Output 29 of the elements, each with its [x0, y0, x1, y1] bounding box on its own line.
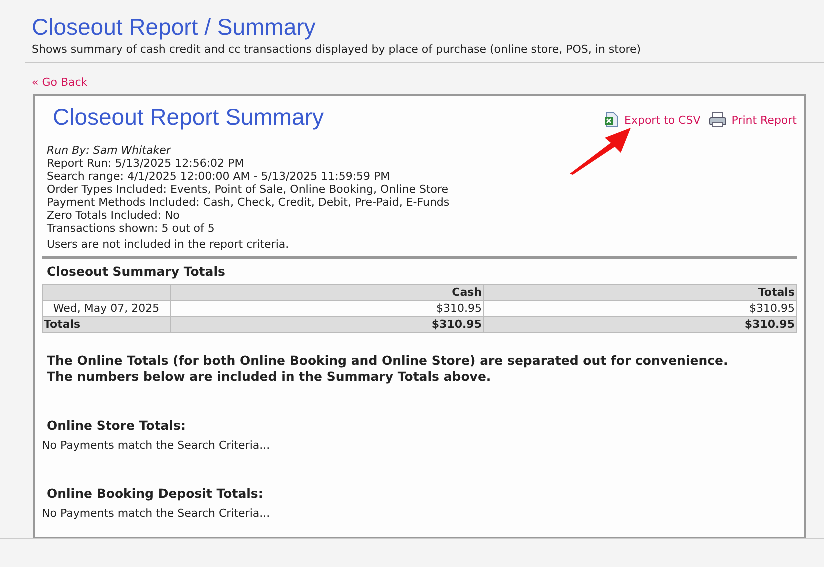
online-note: The numbers below are included in the Summary Totals above. — [47, 369, 492, 385]
total-cell: $310.95 — [484, 316, 796, 332]
report-title: Closeout Report Summary — [53, 103, 324, 131]
report-detail: Payment Methods Included: Cash, Check, Credit, Debit, Pre-Paid, E-Funds — [47, 196, 450, 209]
pointer-arrow — [570, 128, 631, 175]
printer-icon — [708, 112, 727, 128]
run-by-text: Run By: Sam Whitaker — [47, 144, 171, 157]
section-title: Online Booking Deposit Totals: — [46, 486, 264, 502]
report-detail: Report Run: 5/13/2025 12:56:02 PM — [47, 157, 244, 170]
report-detail: Search range: 4/1/2025 12:00:00 AM - 5/13/2025 11:59:59 PM — [47, 170, 390, 183]
total-label-cell: Totals — [42, 316, 170, 332]
page-title: Closeout Report / Summary — [32, 13, 316, 41]
empty-message: No Payments match the Search Criteria... — [42, 439, 272, 453]
page-subtitle: Shows summary of cash credit and cc transactions displayed by place of purchase (online store, POS, in store) — [32, 43, 642, 57]
export-csv-link[interactable]: Export to CSV — [624, 114, 701, 126]
column-header: Totals — [484, 284, 796, 300]
online-note: The Online Totals (for both Online Booking and Online Store) are separated out for convenience. — [47, 353, 730, 369]
column-header: Cash — [170, 284, 484, 300]
section-title: Online Store Totals: — [46, 418, 187, 434]
report-detail: Zero Totals Included: No — [47, 209, 180, 222]
empty-message: No Payments match the Search Criteria... — [42, 507, 272, 521]
spreadsheet-icon — [604, 112, 620, 128]
report-detail: Order Types Included: Events, Point of Sale, Online Booking, Online Store — [47, 183, 449, 196]
section-title: Closeout Summary Totals — [46, 263, 226, 281]
print-report-link[interactable]: Print Report — [732, 114, 797, 126]
back-link[interactable]: « Go Back — [32, 76, 88, 90]
criteria-note: Users are not included in the report criteria. — [47, 238, 290, 251]
report-detail: Transactions shown: 5 out of 5 — [47, 222, 215, 235]
total-cell: $310.95 — [170, 316, 484, 332]
